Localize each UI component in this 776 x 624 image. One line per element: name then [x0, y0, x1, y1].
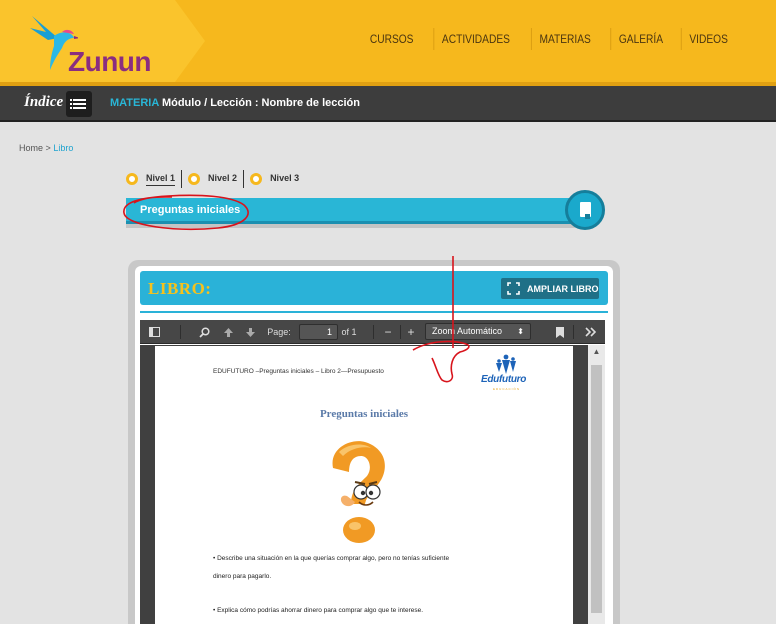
- tab-label: Nivel 1: [146, 173, 176, 186]
- doc-line-2: dinero para pagarlo.: [213, 573, 272, 580]
- list-icon: [70, 99, 86, 101]
- nav-item-videos[interactable]: VIDEOS: [680, 28, 735, 50]
- pdf-page: EDUFUTURO –Preguntas iniciales – Libro 2…: [155, 346, 573, 624]
- sidebar-toggle-icon[interactable]: [146, 324, 162, 340]
- people-logo-icon: [496, 354, 516, 374]
- section-bar-shadow: [126, 224, 594, 228]
- index-menu-button[interactable]: [66, 91, 92, 117]
- doc-line-3: • Explica cómo podrías ahorrar dinero pa…: [213, 607, 424, 614]
- zoom-in-button[interactable]: +: [404, 324, 418, 340]
- nav-item-materias[interactable]: MATERIAS: [531, 28, 599, 50]
- double-chevron-right-icon[interactable]: [582, 324, 598, 340]
- logo-area[interactable]: Zunun: [0, 0, 205, 82]
- radio-dot-icon: [126, 173, 138, 185]
- book-divider: [140, 311, 608, 313]
- pdf-toolbar: Page: of 1 − + Zoom Automático ⬍: [140, 320, 605, 344]
- question-mark-character-icon: [332, 441, 385, 543]
- breadcrumb-home[interactable]: Home: [19, 143, 43, 153]
- tab-nivel-1[interactable]: Nivel 1: [126, 170, 183, 188]
- doc-line-1: • Describe una situación en la que querí…: [213, 555, 450, 562]
- toolbar-separator: [573, 325, 574, 339]
- nav-item-actividades[interactable]: ACTIVIDADES: [433, 28, 518, 50]
- prev-page-icon[interactable]: [220, 324, 236, 340]
- main-nav: CURSOS ACTIVIDADES MATERIAS GALERÍA VIDE…: [357, 28, 740, 50]
- zoom-select[interactable]: Zoom Automático ⬍: [425, 323, 531, 340]
- section-title: Preguntas iniciales: [140, 204, 241, 216]
- list-icon-line: [70, 103, 86, 105]
- edufuturo-logo: Edufuturo EDUCACIÓN: [481, 354, 533, 391]
- zoom-out-button[interactable]: −: [381, 324, 395, 340]
- tab-nivel-3[interactable]: Nivel 3: [250, 170, 305, 188]
- tab-label: Nivel 3: [270, 173, 300, 183]
- toolbar-separator: [180, 325, 181, 339]
- lesson-bar: Índice MATERIA Módulo / Lección : Nombre…: [0, 86, 776, 122]
- page-label: Page:: [267, 327, 291, 337]
- materia-label: MATERIA: [110, 97, 159, 109]
- expand-book-label: AMPLIAR LIBRO: [527, 283, 599, 294]
- page-fold: [585, 214, 590, 219]
- next-page-icon[interactable]: [242, 324, 258, 340]
- expand-book-button[interactable]: AMPLIAR LIBRO: [501, 278, 599, 299]
- logo-text: Zunun: [68, 46, 152, 77]
- doc-header: EDUFUTURO –Preguntas iniciales – Libro 2…: [213, 368, 384, 375]
- breadcrumb-separator: >: [45, 143, 51, 153]
- breadcrumb-current[interactable]: Libro: [53, 143, 73, 153]
- toolbar-separator: [400, 325, 401, 339]
- select-arrows-icon: ⬍: [517, 327, 524, 336]
- edufuturo-logo-tag: EDUCACIÓN: [493, 387, 521, 391]
- page-count: of 1: [341, 327, 357, 337]
- level-tabs: Nivel 1 Nivel 2 Nivel 3: [126, 170, 311, 188]
- book-header: LIBRO: AMPLIAR LIBRO: [140, 271, 608, 305]
- book-section-icon[interactable]: [565, 190, 605, 230]
- radio-dot-icon: [250, 173, 263, 185]
- lesson-title: MATERIA Módulo / Lección : Nombre de lec…: [110, 97, 360, 109]
- radio-dot-icon: [188, 173, 201, 185]
- list-icon-line: [70, 107, 86, 109]
- pdf-scrollbar[interactable]: ▲: [588, 345, 605, 624]
- breadcrumb: Home > Libro: [19, 143, 73, 153]
- lesson-path: Módulo / Lección : Nombre de lección: [161, 97, 360, 109]
- section-bar[interactable]: Preguntas iniciales: [126, 198, 590, 224]
- nav-item-galeria[interactable]: GALERÍA: [609, 28, 670, 50]
- tab-label: Nivel 2: [208, 173, 238, 183]
- toolbar-separator: [373, 325, 374, 339]
- book-title: LIBRO:: [148, 279, 212, 298]
- page-number-input[interactable]: [299, 324, 338, 340]
- search-icon[interactable]: [196, 324, 212, 340]
- zoom-value: Zoom Automático: [432, 326, 503, 336]
- nav-item-cursos[interactable]: CURSOS: [362, 28, 421, 50]
- doc-title: Preguntas iniciales: [319, 408, 409, 420]
- bookmark-icon[interactable]: [552, 324, 568, 340]
- scroll-thumb[interactable]: [591, 365, 602, 613]
- tab-nivel-2[interactable]: Nivel 2: [188, 170, 245, 188]
- expand-icon: [507, 282, 520, 295]
- scroll-up-icon[interactable]: ▲: [588, 347, 605, 361]
- edufuturo-logo-text: Edufuturo: [481, 374, 527, 385]
- indice-label[interactable]: Índice: [24, 94, 63, 111]
